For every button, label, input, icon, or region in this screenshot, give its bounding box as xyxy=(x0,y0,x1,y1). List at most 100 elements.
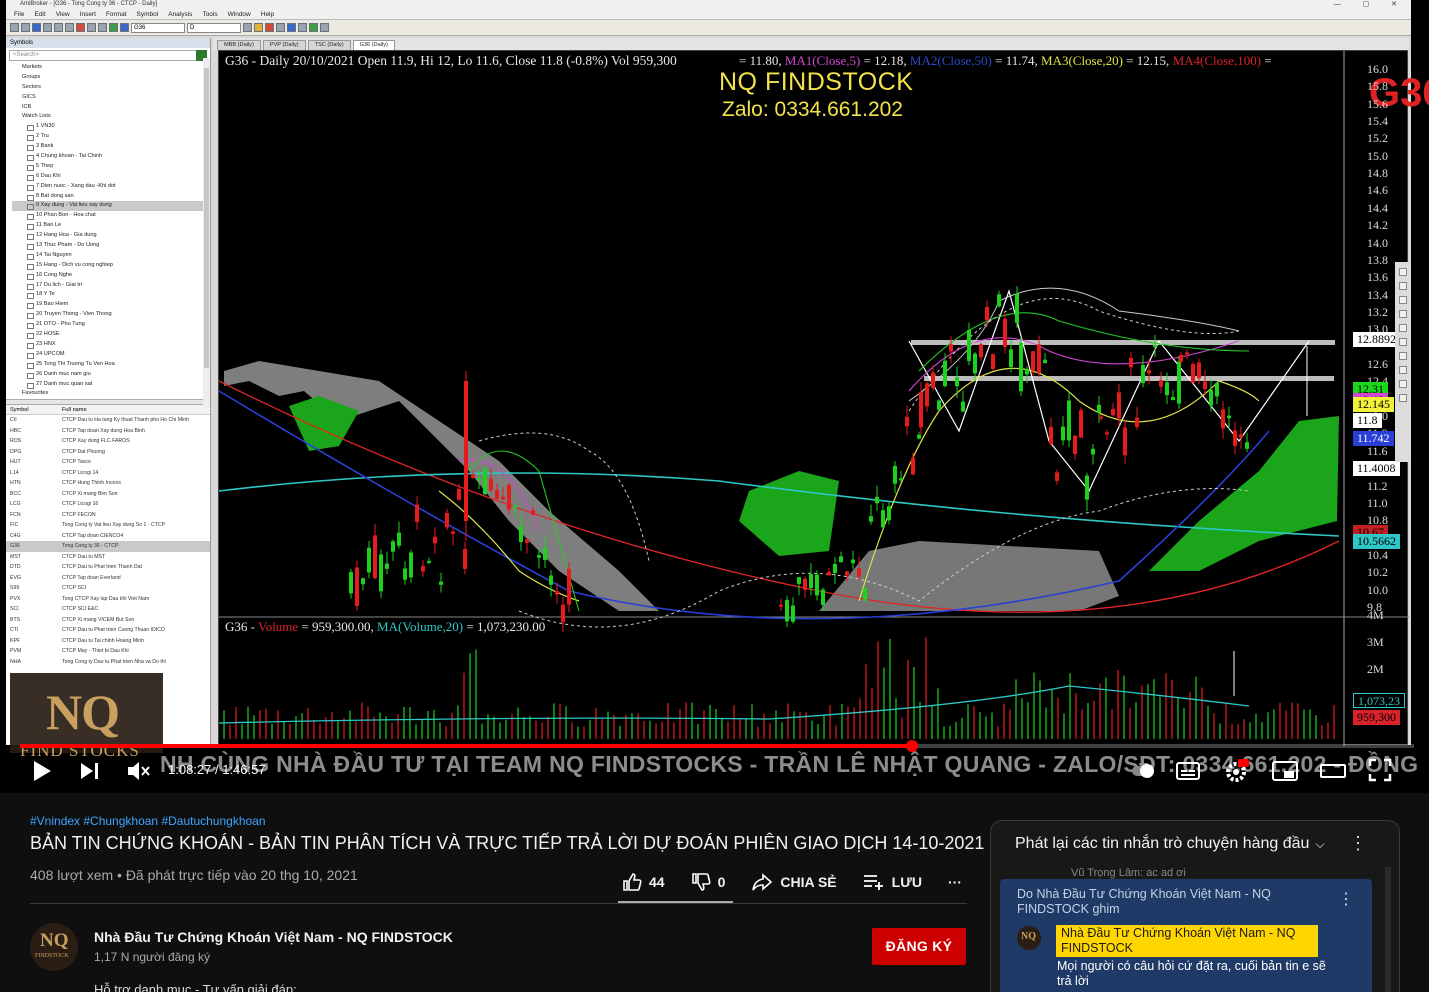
watchlist-item[interactable]: 18 Y Te xyxy=(12,290,210,300)
share-button[interactable]: CHIA SẺ xyxy=(751,872,837,892)
table-row[interactable]: S99 CTCP SCI xyxy=(6,583,210,594)
watchlist-item[interactable]: 13 Thuc Pham - Do Uong xyxy=(12,241,210,251)
pinned-menu-icon[interactable]: ⋮ xyxy=(1338,889,1354,909)
table-row[interactable]: PVM CTCP May - Thiet bi Dau Khi xyxy=(6,646,210,657)
candle-body xyxy=(791,605,795,622)
table-row[interactable]: CII CTCP Dau tu Ha tang Ky thuat Thanh ph… xyxy=(6,415,210,426)
tree-folder[interactable]: Favourites xyxy=(12,389,210,399)
chart-tab[interactable]: G36 (Daily) xyxy=(352,40,395,50)
table-row[interactable]: NHA Tong Cong ty Dau tu Phat trien Nha va… xyxy=(6,657,210,668)
table-row[interactable]: DTD CTCP Dau tu Phat trien Thanh Dat xyxy=(6,562,210,573)
subscribe-button[interactable]: ĐĂNG KÝ xyxy=(872,928,966,965)
progress-bar[interactable] xyxy=(20,740,1414,752)
table-row[interactable]: FCN CTCP FECON xyxy=(6,510,210,521)
chart-tab[interactable]: MBB (Daily) xyxy=(217,40,261,50)
tree-folder[interactable]: Groups xyxy=(12,73,210,83)
watchlist-item[interactable]: 27 Danh muc quan sat xyxy=(12,380,210,390)
table-row[interactable]: BCC CTCP Xi mang Bim Son xyxy=(6,489,210,500)
menu-item[interactable]: Symbol xyxy=(137,9,159,19)
chat-menu-icon[interactable]: ⋮ xyxy=(1349,833,1367,854)
watchlist-item[interactable]: 8 Bat dong san xyxy=(12,192,210,202)
watchlist-item[interactable]: 16 Cong Nghe xyxy=(12,271,210,281)
watchlist-item[interactable]: 12 Hang Hoa - Gia dung xyxy=(12,231,210,241)
table-row[interactable]: L14 CTCP Licogi 14 xyxy=(6,468,210,479)
chart-tab[interactable]: PVP (Daily) xyxy=(262,40,306,50)
save-button[interactable]: LƯU xyxy=(863,873,922,891)
channel-avatar[interactable]: NQ FINDSTOCK xyxy=(30,923,78,971)
menu-item[interactable]: Format xyxy=(106,9,127,19)
watchlist-item[interactable]: 6 Dau Khi xyxy=(12,172,210,182)
next-icon[interactable] xyxy=(80,762,100,780)
menu-item[interactable]: Window xyxy=(228,9,251,19)
menu-item[interactable]: File xyxy=(14,9,24,19)
watchlist-item[interactable]: 21 OTO - Phu Tung xyxy=(12,320,210,330)
playlist-add-icon xyxy=(863,875,883,890)
watchlist-item[interactable]: 14 Tai Nguyen xyxy=(12,251,210,261)
table-row[interactable]: EVG CTCP Tap doan Everland xyxy=(6,573,210,584)
video-player[interactable]: AmiBroker - [G36 - Tong Cong ty 36 - CTC… xyxy=(0,0,1429,793)
chart-tab[interactable]: TSC (Daily) xyxy=(307,40,351,50)
table-row[interactable]: FIC Tong Cong ty Vat lieu Xay dung So 1 -… xyxy=(6,520,210,531)
price-chart: G36 - Daily 20/10/2021 Open 11.9, Hi 12,… xyxy=(218,50,1429,746)
watchlist-item[interactable]: 24 UPCOM xyxy=(12,350,210,360)
chat-mode-selector[interactable]: Phát lại các tin nhắn trò chuyện hàng đầ… xyxy=(1015,835,1325,853)
tree-folder[interactable]: Markets xyxy=(12,63,210,73)
watchlist-item[interactable]: 19 Bao Hiem xyxy=(12,300,210,310)
watchlist-item[interactable]: 15 Hang - Dich vu cong nghiep xyxy=(12,261,210,271)
watchlist-item[interactable]: 3 Bank xyxy=(12,142,210,152)
table-row[interactable]: CTI CTCP Dau tu Phat trien Cuong Thuan ID… xyxy=(6,625,210,636)
watchlist-item[interactable]: 10 Phan Bon - Hoa chat xyxy=(12,211,210,221)
table-row[interactable]: PVX Tong CTCP Xay lap Dau khi Viet Nam xyxy=(6,594,210,605)
tree-folder[interactable]: ICB xyxy=(12,103,210,113)
menu-item[interactable]: Tools xyxy=(202,9,217,19)
table-row[interactable]: LCG CTCP Licogi 16 xyxy=(6,499,210,510)
theater-icon[interactable] xyxy=(1320,762,1346,780)
table-row[interactable]: DPG CTCP Dat Phuong xyxy=(6,447,210,458)
menu-item[interactable]: Insert xyxy=(80,9,96,19)
watchlist-item[interactable]: 2 Tru xyxy=(12,132,210,142)
play-icon[interactable] xyxy=(32,760,52,782)
channel-name[interactable]: Nhà Đầu Tư Chứng Khoán Việt Nam - NQ FIN… xyxy=(94,929,453,945)
tree-folder[interactable]: GICS xyxy=(12,93,210,103)
price-axis-label: 11.2 xyxy=(1367,478,1388,493)
mute-icon[interactable] xyxy=(126,760,150,782)
table-row[interactable]: SCI CTCP SCI E&C xyxy=(6,604,210,615)
table-row[interactable]: HUT CTCP Tasco xyxy=(6,457,210,468)
dislike-button[interactable]: 0 xyxy=(691,872,725,892)
watchlist-item[interactable]: 22 HOSE xyxy=(12,330,210,340)
menu-item[interactable]: View xyxy=(56,9,70,19)
watchlist-item[interactable]: 7 Dien nuoc - Xang dau -Khi dot xyxy=(12,182,210,192)
fullscreen-icon[interactable] xyxy=(1368,758,1392,782)
menu-item[interactable]: Help xyxy=(261,9,274,19)
watchlist-item[interactable]: 4 Chung khoan - Tai Chinh xyxy=(12,152,210,162)
tree-folder[interactable]: Watch Lists xyxy=(12,112,210,122)
like-button[interactable]: 44 xyxy=(622,872,665,892)
autoplay-toggle-icon[interactable] xyxy=(1130,760,1156,782)
table-row[interactable]: MST CTCP Dau tu MST xyxy=(6,552,210,563)
more-actions-button[interactable]: ··· xyxy=(948,874,962,890)
table-row[interactable]: G36 Tong Cong ty 36 - CTCP xyxy=(6,541,210,552)
miniplayer-icon[interactable] xyxy=(1272,760,1298,782)
watchlist-item[interactable]: 17 Du lich - Giai tri xyxy=(12,281,210,291)
subtitles-icon[interactable] xyxy=(1176,760,1200,782)
table-row[interactable]: ROS CTCP Xay dung FLC FAROS xyxy=(6,436,210,447)
table-row[interactable]: HBC CTCP Tap doan Xay dung Hoa Binh xyxy=(6,426,210,437)
watchlist-item[interactable]: 23 HNX xyxy=(12,340,210,350)
tree-folder[interactable]: Sectors xyxy=(12,83,210,93)
table-row[interactable]: BTS CTCP Xi mang VICEM But Son xyxy=(6,615,210,626)
watchlist-item[interactable]: 26 Danh muc nam giu xyxy=(12,370,210,380)
settings-icon[interactable] xyxy=(1224,758,1250,784)
hashtags[interactable]: #Vnindex #Chungkhoan #Dautuchungkhoan xyxy=(30,814,266,828)
table-row[interactable]: C4G CTCP Tap doan CIENCO4 xyxy=(6,531,210,542)
menu-item[interactable]: Edit xyxy=(34,9,45,19)
watchlist-item[interactable]: 5 Thep xyxy=(12,162,210,172)
watchlist-item[interactable]: 20 Truyen Thong - Vien Thong xyxy=(12,310,210,320)
watchlist-item[interactable]: 1 VN30 xyxy=(12,122,210,132)
table-row[interactable]: KPF CTCP Dau tu Tai chinh Hoang Minh xyxy=(6,636,210,647)
menu-item[interactable]: Analysis xyxy=(168,9,192,19)
watchlist-item[interactable]: 9 Xay dung - Vat lieu xay dung xyxy=(12,201,210,212)
chat-scrollbar[interactable] xyxy=(1385,867,1391,992)
watchlist-item[interactable]: 25 Tong Thi Truong Tu Ven Hoa xyxy=(12,360,210,370)
watchlist-item[interactable]: 11 Ban Le xyxy=(12,221,210,231)
table-row[interactable]: HTN CTCP Hung Thinh Incons xyxy=(6,478,210,489)
